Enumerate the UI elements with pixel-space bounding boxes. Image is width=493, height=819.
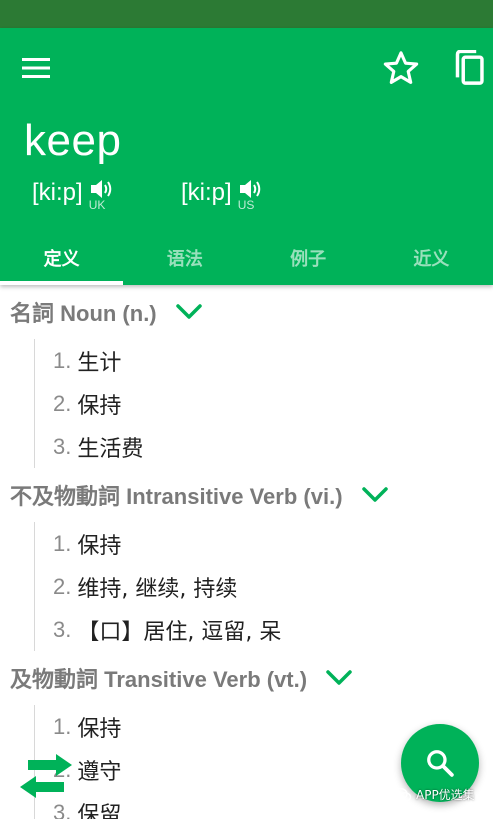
item-number: 1. (53, 530, 72, 556)
tab-definition[interactable]: 定义 (0, 234, 124, 285)
item-number: 1. (53, 347, 72, 373)
pos-header-transitive-verb[interactable]: 及物動詞 Transitive Verb (vt.) (0, 651, 493, 705)
item-number: 2. (53, 573, 72, 599)
item-text: 【口】居住, 逗留, 呆 (77, 619, 282, 645)
favorite-button[interactable] (378, 46, 424, 90)
copy-icon (455, 50, 484, 85)
item-text: 保留 (77, 802, 122, 819)
app-header: keep [ki:p] UK [ki:p] US 定义 语法 例子 近义 (0, 28, 493, 285)
watermark-text: APP优选集 (416, 788, 475, 802)
list-item: 3. 生活费 (35, 425, 493, 468)
swap-arrows-icon (20, 754, 72, 798)
list-item: 2. 保持 (35, 382, 493, 425)
star-outline-icon (383, 51, 419, 84)
item-text: 生活费 (77, 436, 144, 462)
item-text: 保持 (77, 533, 122, 559)
tab-examples[interactable]: 例子 (247, 234, 370, 285)
chevron-down-icon (326, 670, 352, 685)
chevron-down-icon (361, 487, 388, 502)
item-number: 3. (53, 433, 72, 459)
pronunciation-us[interactable]: [ki:p] US (181, 178, 262, 212)
status-bar (0, 0, 493, 28)
ipa-text: [ki:p] (32, 179, 83, 206)
pos-header-noun[interactable]: 名詞 Noun (n.) (0, 285, 493, 339)
headword: keep (24, 116, 122, 165)
region-label: UK (88, 198, 106, 212)
item-number: 1. (53, 713, 72, 739)
item-text: 遵守 (77, 759, 122, 785)
pos-label: 及物動詞 Transitive Verb (vt.) (10, 667, 308, 692)
item-number: 3. (53, 799, 72, 819)
item-number: 2. (53, 390, 72, 416)
definitions-noun: 1. 生计 2. 保持 3. 生活费 (34, 339, 493, 468)
pos-label: 不及物動詞 Intransitive Verb (vi.) (10, 484, 343, 509)
search-icon (427, 750, 454, 777)
ipa-text: [ki:p] (181, 179, 232, 206)
list-item: 3. 【口】居住, 逗留, 呆 (35, 608, 493, 651)
pronunciation-uk[interactable]: [ki:p] UK (32, 178, 113, 212)
chevron-down-icon (175, 304, 202, 319)
menu-icon (22, 58, 50, 78)
wechat-icon (392, 787, 412, 802)
speaker-icon[interactable] (89, 178, 113, 200)
speaker-icon[interactable] (238, 178, 262, 200)
item-text: 保持 (77, 716, 122, 742)
item-text: 维持, 继续, 持续 (77, 576, 238, 602)
list-item: 2. 维持, 继续, 持续 (35, 565, 493, 608)
swap-language-button[interactable] (16, 752, 76, 800)
list-item: 1. 生计 (35, 339, 493, 382)
item-number: 3. (53, 616, 72, 642)
watermark: APP优选集 (392, 786, 475, 803)
definitions-intransitive-verb: 1. 保持 2. 维持, 继续, 持续 3. 【口】居住, 逗留, 呆 (34, 522, 493, 651)
tab-bar: 定义 语法 例子 近义 (0, 234, 493, 285)
copy-button[interactable] (448, 46, 490, 90)
item-text: 生计 (77, 350, 122, 376)
list-item: 1. 保持 (35, 522, 493, 565)
pos-header-intransitive-verb[interactable]: 不及物動詞 Intransitive Verb (vi.) (0, 468, 493, 522)
region-label: US (237, 198, 255, 212)
pos-label: 名詞 Noun (n.) (10, 301, 157, 326)
item-text: 保持 (77, 393, 122, 419)
tab-synonyms[interactable]: 近义 (370, 234, 493, 285)
menu-button[interactable] (14, 50, 58, 86)
tab-grammar[interactable]: 语法 (123, 234, 246, 285)
